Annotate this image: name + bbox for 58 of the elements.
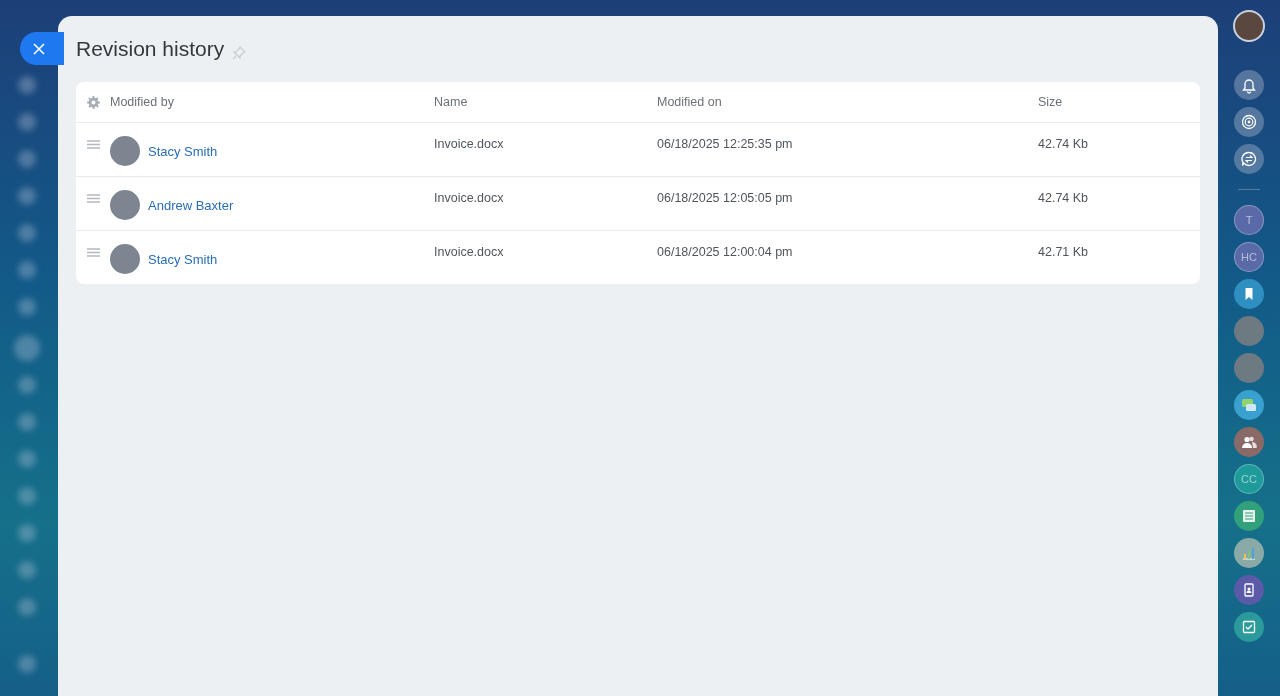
- blurred-menu-icon: [18, 224, 36, 242]
- blurred-menu-icon: [18, 261, 36, 279]
- sidebar-button[interactable]: [1234, 70, 1264, 100]
- column-header[interactable]: Name: [434, 95, 468, 109]
- sidebar-button[interactable]: [1234, 144, 1264, 174]
- panel-title: Revision history: [76, 37, 225, 61]
- sidebar-button[interactable]: [1234, 390, 1264, 420]
- chat-bubbles-icon: [1240, 396, 1258, 414]
- sidebar-button[interactable]: [1234, 279, 1264, 309]
- user-avatar[interactable]: [1233, 10, 1265, 42]
- file-size: 42.71 Kb: [1038, 244, 1089, 259]
- sidebar-button[interactable]: [1234, 501, 1264, 531]
- close-button[interactable]: [20, 32, 64, 65]
- blurred-menu-icon: [18, 187, 36, 205]
- chat-avatar[interactable]: HC: [1234, 242, 1264, 272]
- close-icon: [33, 42, 45, 55]
- blurred-menu-icon: [18, 76, 36, 94]
- column-header[interactable]: Modified by: [110, 95, 174, 109]
- sidebar-button[interactable]: [1234, 107, 1264, 137]
- drag-handle-icon[interactable]: [86, 140, 100, 149]
- sidebar-button[interactable]: [1234, 612, 1264, 642]
- user-link[interactable]: Stacy Smith: [148, 251, 218, 267]
- file-name: Invoice.docx: [434, 244, 504, 259]
- chat-arrows-icon: [1240, 150, 1258, 168]
- blurred-menu-icon: [18, 524, 36, 542]
- blurred-menu-icon: [18, 376, 36, 394]
- drag-handle-icon[interactable]: [86, 194, 100, 203]
- user-avatar: [110, 244, 140, 274]
- drag-handle-icon[interactable]: [86, 248, 100, 257]
- chat-avatar[interactable]: T: [1234, 205, 1264, 235]
- file-name: Invoice.docx: [434, 190, 504, 205]
- blurred-menu-icon: [18, 413, 36, 431]
- modified-date: 06/18/2025 12:05:05 pm: [657, 190, 793, 205]
- user-avatar: [110, 136, 140, 166]
- modified-date: 06/18/2025 12:25:35 pm: [657, 136, 793, 151]
- blurred-menu-icon: [18, 113, 36, 131]
- blurred-menu-icon: [18, 561, 36, 579]
- blurred-menu-icon: [18, 655, 36, 673]
- blurred-menu-icon: [18, 598, 36, 616]
- blurred-menu-icon: [18, 487, 36, 505]
- user-link[interactable]: Andrew Baxter: [148, 197, 234, 213]
- modified-date: 06/18/2025 12:00:04 pm: [657, 244, 793, 259]
- user-link[interactable]: Stacy Smith: [148, 143, 218, 159]
- sidebar-button[interactable]: [1234, 575, 1264, 605]
- blurred-menu-icon: [14, 335, 40, 361]
- blurred-menu-icon: [18, 150, 36, 168]
- file-name: Invoice.docx: [434, 136, 504, 151]
- column-header[interactable]: Modified on: [657, 95, 722, 109]
- sidebar-button[interactable]: [1234, 427, 1264, 457]
- blurred-menu-icon: [18, 450, 36, 468]
- blurred-menu-icon: [18, 298, 36, 316]
- newspaper-icon: [1240, 507, 1258, 525]
- file-size: 42.74 Kb: [1038, 136, 1089, 151]
- file-size: 42.74 Kb: [1038, 190, 1089, 205]
- user-avatar: [110, 190, 140, 220]
- column-header[interactable]: Size: [1038, 95, 1063, 109]
- checkbox-icon: [1240, 618, 1258, 636]
- bell-icon: [1240, 76, 1258, 94]
